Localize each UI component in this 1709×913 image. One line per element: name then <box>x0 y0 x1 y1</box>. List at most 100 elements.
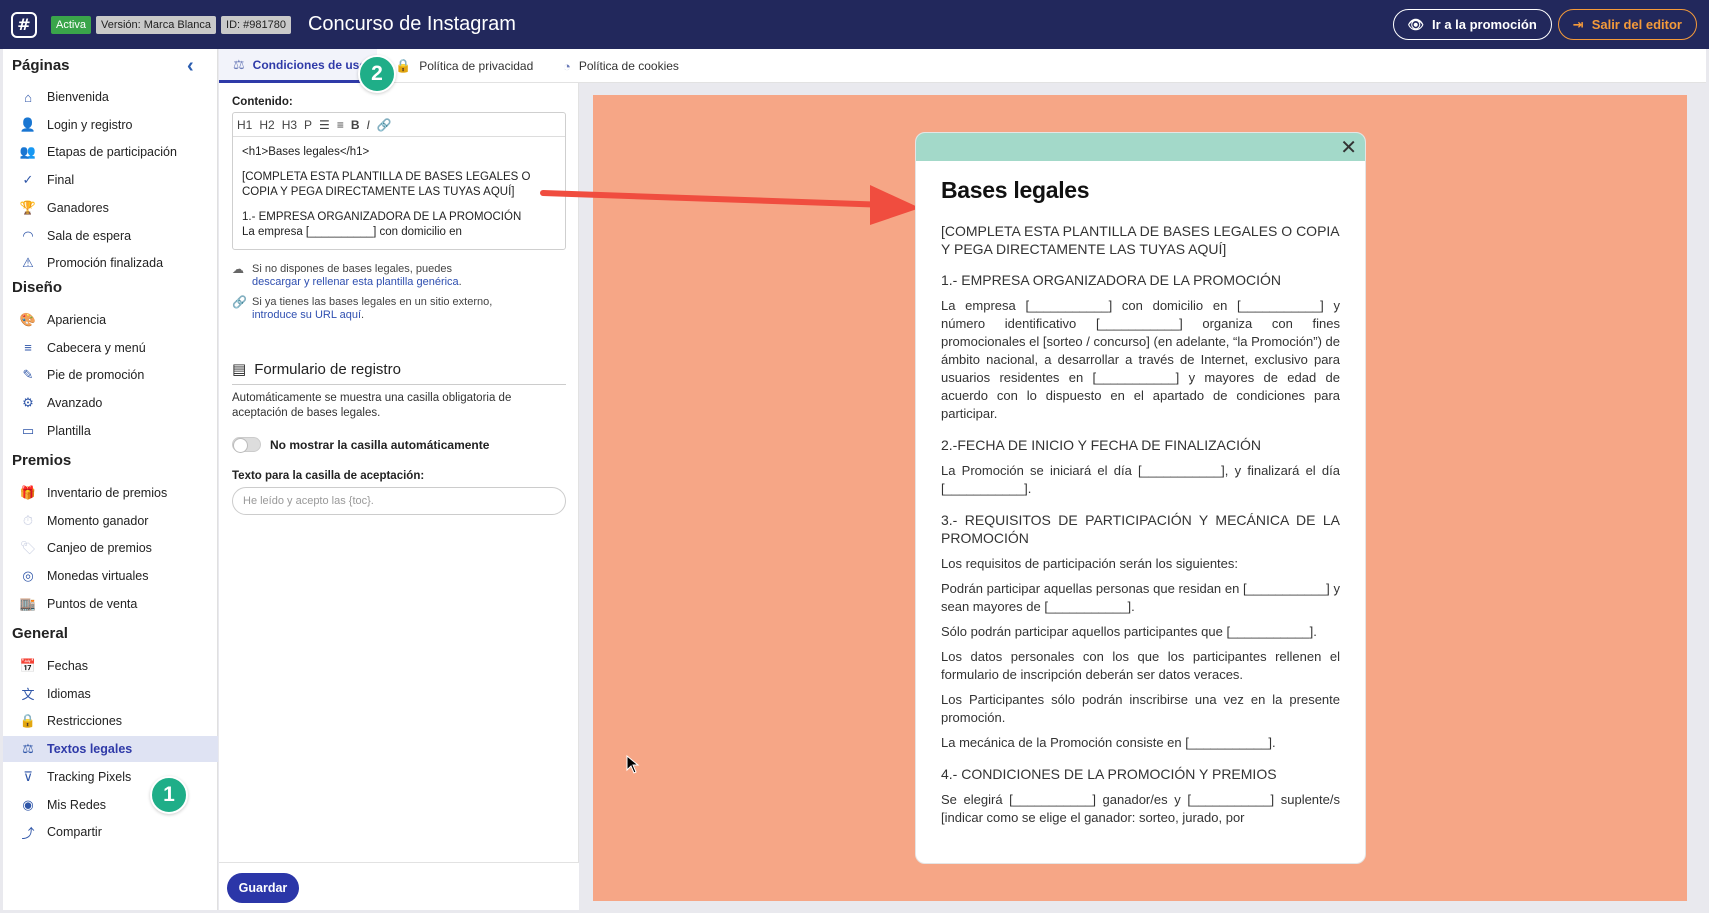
accept-text-input[interactable]: He leído y acepto las {toc}. <box>232 487 566 515</box>
h2-button[interactable]: H2 <box>259 118 274 132</box>
sidebar-item-icon: 👤 <box>19 116 37 132</box>
sidebar-item-sala-de-espera[interactable]: ◠ Sala de espera <box>3 223 218 249</box>
download-template-link[interactable]: descargar y rellenar esta plantilla gené… <box>252 276 459 288</box>
sidebar-item-apariencia[interactable]: 🎨 Apariencia <box>3 307 218 333</box>
sidebar-item-label: Bienvenida <box>47 90 109 104</box>
sidebar-item-label: Pie de promoción <box>47 368 145 383</box>
editor-toolbar: H1 H2 H3 P ☰ ≡ B I 🔗 <box>233 113 565 137</box>
editor-content[interactable]: <h1>Bases legales</h1> [COMPLETA ESTA PL… <box>233 137 565 249</box>
numbered-list-icon[interactable]: ≡ <box>337 118 344 132</box>
accept-text-label: Texto para la casilla de aceptación: <box>232 470 425 482</box>
exit-editor-button[interactable]: ⇥ Salir del editor <box>1557 9 1697 40</box>
version-badge: Versión: Marca Blanca <box>95 15 217 34</box>
sidebar-item-login-y-registro[interactable]: 👤 Login y registro <box>3 112 218 138</box>
sidebar-item-label: Canjeo de premios <box>47 541 152 556</box>
sidebar-item-icon: ✎ <box>22 367 34 383</box>
sidebar-item-ganadores[interactable]: 🏆 Ganadores <box>3 195 218 221</box>
sidebar-item-icon: 🏆 <box>19 199 37 215</box>
sidebar-item-icon: ◉ <box>22 796 34 812</box>
h3-button[interactable]: H3 <box>282 118 297 132</box>
sidebar-item-cabecera-y-menú[interactable]: ≡ Cabecera y menú <box>3 335 218 361</box>
document-heading: 4.- CONDICIONES DE LA PROMOCIÓN Y PREMIO… <box>941 766 1277 782</box>
sidebar-item-icon: ⚠ <box>22 255 34 271</box>
tab-politica-cookies[interactable]: ◔ Política de cookies <box>563 49 679 83</box>
sidebar-item-bienvenida[interactable]: ⌂ Bienvenida <box>3 84 218 110</box>
template-hint-text: Si no dispones de bases legales, puedes <box>252 263 452 275</box>
sidebar-item-pie-de-promoción[interactable]: ✎ Pie de promoción <box>3 362 218 388</box>
section-title-diseno: Diseño <box>12 279 63 296</box>
sidebar-item-icon: ⊽ <box>23 768 33 784</box>
sidebar-item-label: Plantilla <box>47 423 91 438</box>
sidebar-item-final[interactable]: ✓ Final <box>3 167 218 193</box>
sidebar-item-fechas[interactable]: 📅 Fechas <box>3 653 218 679</box>
document-paragraph: Los requisitos de participación serán lo… <box>941 556 1239 571</box>
tab-label: Política de cookies <box>578 59 679 73</box>
sidebar-item-promoción-finalizada[interactable]: ⚠ Promoción finalizada <box>3 250 218 276</box>
h1-button[interactable]: H1 <box>237 118 252 132</box>
tab-politica-privacidad[interactable]: 🔒 Política de privacidad <box>395 49 533 83</box>
sidebar-item-icon: 👥 <box>19 144 37 160</box>
toggle-label: No mostrar la casilla automáticamente <box>270 438 490 452</box>
document-paragraph: Podrán participar aquellas personas que … <box>941 581 1340 614</box>
italic-button[interactable]: I <box>367 118 370 132</box>
document-heading: 1.- EMPRESA ORGANIZADORA DE LA PROMOCIÓN <box>941 272 1281 288</box>
sidebar-item-icon: 🎁 <box>19 485 37 500</box>
url-hint-text: Si ya tienes las bases legales en un sit… <box>252 296 493 308</box>
paragraph-button[interactable]: P <box>304 118 312 132</box>
rich-text-editor[interactable]: H1 H2 H3 P ☰ ≡ B I 🔗 <h1>Bases legales</… <box>232 112 566 250</box>
sidebar-item-textos-legales[interactable]: ⚖ Textos legales <box>3 736 218 763</box>
enter-url-link[interactable]: introduce su URL aquí <box>252 309 361 321</box>
document-paragraph: La mecánica de la Promoción consiste en … <box>941 735 1276 750</box>
collapse-sidebar-icon[interactable]: ‹ <box>187 55 194 78</box>
link-icon[interactable]: 🔗 <box>377 118 392 132</box>
sidebar-item-inventario-de-premios[interactable]: 🎁 Inventario de premios <box>3 480 218 506</box>
sidebar-item-label: Ganadores <box>47 200 109 215</box>
hide-checkbox-toggle[interactable] <box>232 437 261 453</box>
app-logo-icon[interactable]: # <box>11 11 37 38</box>
sidebar-item-icon: ⚙ <box>22 395 34 411</box>
close-icon[interactable]: ✕ <box>1340 135 1357 160</box>
sidebar-item-restricciones[interactable]: 🔒 Restricciones <box>3 708 218 734</box>
section-title-general: General <box>12 625 68 642</box>
step-1-marker: 1 <box>150 776 188 814</box>
sidebar-item-label: Textos legales <box>47 742 133 757</box>
document-paragraph: Los Participantes sólo podrán inscribirs… <box>941 692 1340 725</box>
mouse-cursor-icon <box>626 755 640 774</box>
sidebar-item-plantilla[interactable]: ▭ Plantilla <box>3 418 218 444</box>
sidebar-item-momento-ganador[interactable]: ⏱ Momento ganador <box>3 508 218 534</box>
sidebar-item-etapas-de-participación[interactable]: 👥 Etapas de participación <box>3 139 218 165</box>
tab-label: Política de privacidad <box>419 59 534 73</box>
sidebar-item-icon: 🏬 <box>19 595 37 611</box>
sidebar-item-icon: 🏷 <box>19 540 37 556</box>
bullet-list-icon[interactable]: ☰ <box>319 118 330 132</box>
sidebar-item-avanzado[interactable]: ⚙ Avanzado <box>3 390 218 416</box>
sidebar-item-monedas-virtuales[interactable]: ◎ Monedas virtuales <box>3 563 218 589</box>
legal-preview-modal: ✕ Bases legales [COMPLETA ESTA PLANTILLA… <box>915 132 1366 864</box>
sidebar-item-compartir[interactable]: ⤴ Compartir <box>3 819 218 845</box>
content-label: Contenido: <box>232 96 293 108</box>
sidebar-item-icon: ⤴ <box>21 825 35 841</box>
sidebar-item-puntos-de-venta[interactable]: 🏬 Puntos de venta <box>3 591 218 617</box>
sidebar-item-label: Apariencia <box>47 313 107 327</box>
sidebar-item-label: Restricciones <box>47 714 123 729</box>
document-heading: 3.- REQUISITOS DE PARTICIPACIÓN Y MECÁNI… <box>941 512 1340 546</box>
form-description: Automáticamente se muestra una casilla o… <box>232 392 512 419</box>
url-hint: 🔗 Si ya tienes las bases legales en un s… <box>232 295 493 322</box>
save-button[interactable]: Guardar <box>227 873 299 903</box>
bold-button[interactable]: B <box>351 118 360 132</box>
step-2-marker: 2 <box>358 55 396 93</box>
registration-form-heading: ▤ Formulario de registro <box>232 360 566 385</box>
sidebar: ‹ Páginas ⌂ Bienvenida 👤 Login y registro 👥 E… <box>3 49 218 910</box>
sidebar-item-label: Compartir <box>47 825 102 840</box>
document-paragraph: Sólo podrán participar aquellos particip… <box>941 624 1317 639</box>
sidebar-item-icon: ◠ <box>22 227 34 243</box>
sidebar-item-idiomas[interactable]: 文 Idiomas <box>3 681 218 707</box>
tab-condiciones-de-uso[interactable]: ⚖ Condiciones de uso <box>219 49 377 83</box>
sidebar-item-canjeo-de-premios[interactable]: 🏷 Canjeo de premios <box>3 535 218 561</box>
registration-form-title: Formulario de registro <box>254 360 401 378</box>
editor-line: La empresa [__________] con domicilio en <box>242 226 462 238</box>
document-paragraph: [COMPLETA ESTA PLANTILLA DE BASES LEGALE… <box>941 223 1339 257</box>
go-to-promotion-button[interactable]: 👁 Ir a la promoción <box>1392 9 1552 40</box>
legal-document: Bases legales [COMPLETA ESTA PLANTILLA D… <box>916 161 1365 827</box>
section-title-premios: Premios <box>12 452 72 469</box>
